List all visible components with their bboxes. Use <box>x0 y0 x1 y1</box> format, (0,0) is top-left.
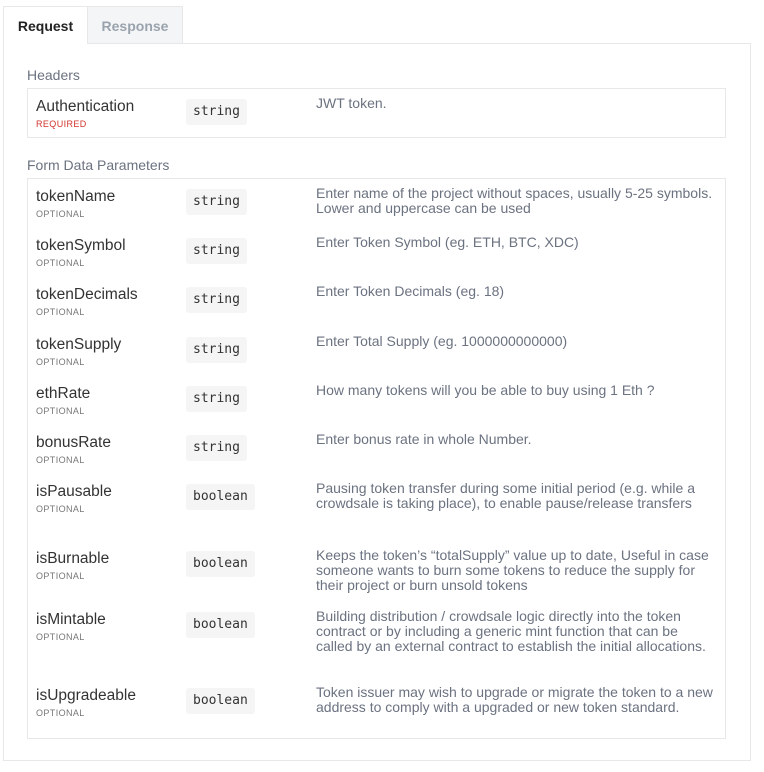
param-name: ethRate <box>36 385 91 402</box>
param-optional-tag: OPTIONAL <box>36 258 85 268</box>
param-type: string <box>186 337 247 363</box>
param-optional-tag: OPTIONAL <box>36 406 85 416</box>
param-required-tag: REQUIRED <box>36 119 87 129</box>
param-optional-tag: OPTIONAL <box>36 504 85 514</box>
param-name: isUpgradeable <box>36 687 136 704</box>
param-name: Authentication <box>36 98 135 115</box>
param-name: tokenSupply <box>36 336 122 353</box>
param-type: boolean <box>186 551 255 577</box>
param-optional-tag: OPTIONAL <box>36 455 85 465</box>
param-type: string <box>186 435 247 461</box>
param-description: Enter name of the project without spaces… <box>316 185 713 216</box>
param-name: tokenName <box>36 188 116 205</box>
param-type: boolean <box>186 688 255 714</box>
param-type: boolean <box>186 484 255 510</box>
param-optional-tag: OPTIONAL <box>36 307 85 317</box>
tab-response[interactable]: Response <box>88 6 183 44</box>
param-name: isPausable <box>36 483 112 500</box>
param-description: Keeps the token’s “totalSupply” value up… <box>316 547 709 593</box>
param-type: string <box>186 238 247 264</box>
param-name: tokenDecimals <box>36 286 138 303</box>
param-description: Enter bonus rate in whole Number. <box>316 431 532 447</box>
param-optional-tag: OPTIONAL <box>36 571 85 581</box>
headers-section-title: Headers <box>27 67 80 83</box>
param-name: isBurnable <box>36 550 110 567</box>
param-type: boolean <box>186 612 255 638</box>
form-data-section-title: Form Data Parameters <box>27 157 170 173</box>
form-data-params-box: tokenName OPTIONAL string Enter name of … <box>27 178 726 739</box>
param-optional-tag: OPTIONAL <box>36 632 85 642</box>
tab-bar: Request Response <box>0 6 764 44</box>
param-description: Enter Token Symbol (eg. ETH, BTC, XDC) <box>316 234 579 250</box>
param-type: string <box>186 287 247 313</box>
param-name: tokenSymbol <box>36 237 126 254</box>
param-description: Token issuer may wish to upgrade or migr… <box>316 684 713 715</box>
param-optional-tag: OPTIONAL <box>36 357 85 367</box>
param-type: string <box>186 189 247 215</box>
param-name: bonusRate <box>36 434 111 451</box>
param-description: How many tokens will you be able to buy … <box>316 382 655 398</box>
param-description: Building distribution / crowdsale logic … <box>316 608 706 654</box>
tab-request[interactable]: Request <box>3 6 88 44</box>
param-optional-tag: OPTIONAL <box>36 708 85 718</box>
param-type: string <box>186 99 247 125</box>
param-description: Enter Total Supply (eg. 1000000000000) <box>316 333 568 349</box>
param-description: Enter Token Decimals (eg. 18) <box>316 283 505 299</box>
headers-params-box: Authentication REQUIRED string JWT token… <box>27 88 726 138</box>
param-optional-tag: OPTIONAL <box>36 209 85 219</box>
param-description: Pausing token transfer during some initi… <box>316 480 695 511</box>
param-name: isMintable <box>36 611 106 628</box>
param-description: JWT token. <box>316 95 387 111</box>
param-type: string <box>186 386 247 412</box>
